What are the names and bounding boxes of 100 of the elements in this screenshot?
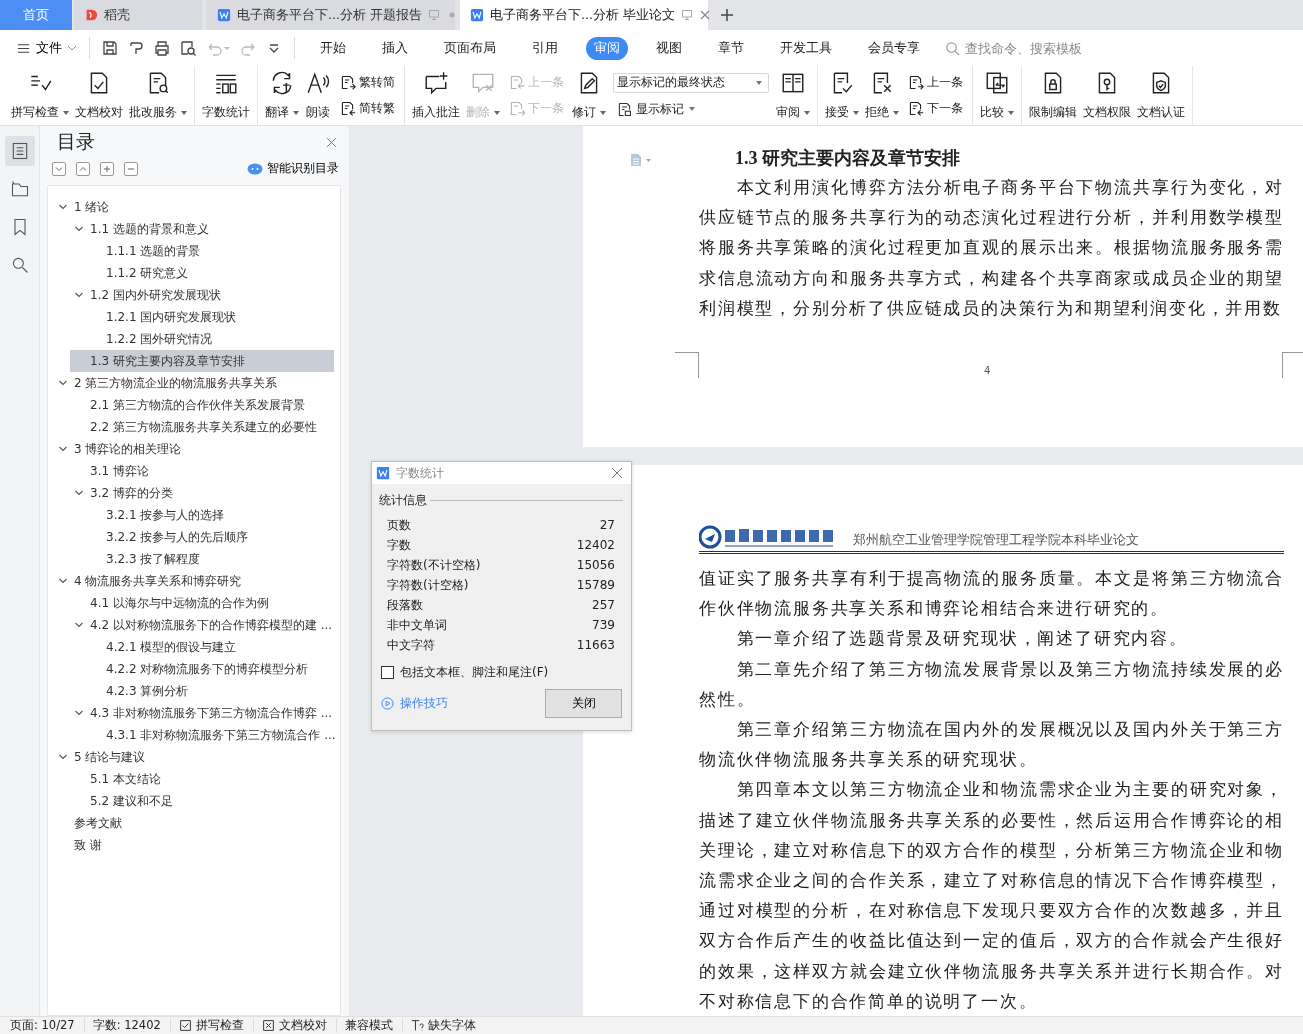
smart-toc-button[interactable]: 智能识别目录 — [247, 160, 339, 177]
markup-dropdown[interactable]: 显示标记的最终状态 — [613, 72, 769, 93]
close-icon[interactable] — [611, 467, 623, 479]
close-button[interactable]: 关闭 — [545, 689, 622, 718]
outline-item[interactable]: 1.2 国内外研究发展现状 — [48, 284, 334, 306]
ribbon-button[interactable]: 批改服务 — [126, 66, 190, 125]
outline-item[interactable]: 3.2.3 按了解程度 — [48, 548, 334, 570]
promote-level-button[interactable] — [100, 161, 114, 176]
ribbon-button[interactable]: 拒绝 — [862, 66, 902, 125]
ribbon-button[interactable]: 文档校对 — [72, 66, 126, 125]
outline-item[interactable]: 1.3 研究主要内容及章节安排 — [70, 350, 334, 372]
status-item[interactable]: 缺失字体 — [402, 1018, 485, 1033]
outline-item[interactable]: 4 物流服务共享关系和博弈研究 — [48, 570, 334, 592]
ribbon-button[interactable]: 限制编辑 — [1026, 66, 1080, 125]
include-checkbox[interactable]: 包括文本框、脚注和尾注(F) — [381, 664, 549, 681]
outline-item[interactable]: 4.3 非对称物流服务下第三方物流合作博弈 ... — [48, 702, 334, 724]
new-tab-icon[interactable] — [720, 8, 734, 22]
ribbon-button[interactable]: 显示标记 — [613, 99, 769, 119]
outline-item[interactable]: 1.1 选题的背景和意义 — [48, 218, 334, 240]
outline-item[interactable]: 3.1 博弈论 — [48, 460, 334, 482]
checkbox-square[interactable] — [381, 666, 394, 679]
collapse-all-button[interactable] — [76, 161, 90, 176]
outline-item[interactable]: 1.2.2 国外研究情况 — [48, 328, 334, 350]
ribbon-tab[interactable]: 开发工具 — [772, 36, 840, 60]
ribbon-tab[interactable]: 页面布局 — [436, 36, 504, 60]
ribbon-tab[interactable]: 章节 — [710, 36, 752, 60]
document-tab[interactable]: 电子商务平台下...分析 开题报告 — [207, 0, 455, 30]
print-preview-icon[interactable] — [179, 39, 197, 57]
expand-all-button[interactable] — [52, 161, 66, 176]
close-icon[interactable] — [698, 9, 711, 21]
ribbon-tab[interactable]: 会员专享 — [860, 36, 928, 60]
outline-item[interactable]: 3.2.2 按参与人的先后顺序 — [48, 526, 334, 548]
compare-icon — [984, 70, 1010, 96]
ribbon-tab[interactable]: 开始 — [312, 36, 354, 60]
ribbon-button[interactable]: 繁转简 — [336, 73, 398, 93]
ribbon-button[interactable]: 审阅 — [773, 66, 813, 125]
ribbon-button[interactable]: 文档认证 — [1134, 66, 1188, 125]
search-field[interactable]: 查找命令、搜索模板 — [945, 39, 1117, 57]
outline-item[interactable]: 4.1 以海尔与中远物流的合作为例 — [48, 592, 334, 614]
outline-item[interactable]: 3.2 博弈的分类 — [48, 482, 334, 504]
outline-item[interactable]: 2.1 第三方物流的合作伙伴关系发展背景 — [48, 394, 334, 416]
outline-item[interactable]: 1.1.2 研究意义 — [48, 262, 334, 284]
word-count[interactable]: 字数: 12402 — [84, 1018, 171, 1033]
ribbon-button[interactable]: 修订 — [569, 66, 609, 125]
ribbon-tab[interactable]: 插入 — [374, 36, 416, 60]
save-icon[interactable] — [101, 39, 119, 57]
chevron-icon[interactable] — [58, 576, 68, 586]
chevron-icon[interactable] — [58, 378, 68, 388]
comment-plus-icon — [423, 70, 449, 96]
chevron-icon[interactable] — [74, 224, 84, 234]
close-icon[interactable] — [326, 136, 337, 148]
ribbon-button[interactable]: 简转繁 — [336, 98, 398, 118]
status-item[interactable]: 文档校对 — [253, 1018, 337, 1033]
ribbon-button[interactable]: 翻译 — [262, 66, 302, 125]
ribbon-button[interactable]: 比较 — [977, 66, 1017, 125]
page-header: 郑州航空工业管理学院管理工程学院本科毕业论文 — [853, 532, 1139, 549]
ribbon-tab[interactable]: 视图 — [648, 36, 690, 60]
outline-item[interactable]: 1 绪论 — [48, 196, 334, 218]
outline-item[interactable]: 2 第三方物流企业的物流服务共享关系 — [48, 372, 334, 394]
ribbon-button[interactable]: 朗读 — [302, 66, 334, 125]
outline-item[interactable]: 3 博弈论的相关理论 — [48, 438, 334, 460]
chevron-icon[interactable] — [74, 620, 84, 630]
outline-item[interactable]: 4.3.1 非对称物流服务下第三方物流合作 ... — [48, 724, 334, 746]
chevron-icon[interactable] — [74, 290, 84, 300]
document-arrow-icon — [339, 74, 356, 92]
status-item[interactable]: 兼容模式 — [336, 1018, 403, 1033]
file-menu[interactable]: 文件 — [12, 37, 81, 59]
ribbon-button[interactable]: 接受 — [822, 66, 862, 125]
outline-item[interactable]: 参考文献 — [48, 812, 334, 834]
chevron-icon[interactable] — [74, 488, 84, 498]
sidebar-button[interactable] — [4, 136, 35, 166]
status-item[interactable]: 拼写检查 — [170, 1018, 254, 1033]
outline-item[interactable]: 4.2 以对称物流服务下的合作博弈模型的建 ... — [48, 614, 334, 636]
outline-item[interactable]: 1.1.1 选题的背景 — [48, 240, 334, 262]
outline-item[interactable]: 5 结论与建议 — [48, 746, 334, 768]
demote-level-button[interactable] — [124, 161, 138, 176]
outline-item[interactable]: 4.2.1 模型的假设与建立 — [48, 636, 334, 658]
outline-item[interactable]: 5.1 本文结论 — [48, 768, 334, 790]
outline-item[interactable]: 3.2.1 按参与人的选择 — [48, 504, 334, 526]
outline-item[interactable]: 2.2 第三方物流服务共享关系建立的必要性 — [48, 416, 334, 438]
chevron-icon[interactable] — [74, 708, 84, 718]
ribbon-tab[interactable]: 引用 — [524, 36, 566, 60]
outline-item[interactable]: 4.2.2 对称物流服务下的博弈模型分析 — [48, 658, 334, 680]
page-indicator[interactable]: 页面: 10/27 — [8, 1018, 85, 1033]
outline-item[interactable]: 1.2.1 国内研究发展现状 — [48, 306, 334, 328]
outline-item[interactable]: 致 谢 — [48, 834, 334, 856]
outline-item[interactable]: 4.2.3 算例分析 — [48, 680, 334, 702]
ribbon-button[interactable]: 下一条 — [904, 98, 966, 118]
chevron-icon[interactable] — [58, 202, 68, 212]
ribbon-button[interactable]: 文档权限 — [1080, 66, 1134, 125]
document-tab[interactable]: 稻壳 — [74, 0, 202, 30]
chevron-icon[interactable] — [58, 752, 68, 762]
print-icon[interactable] — [153, 39, 171, 57]
ribbon-button[interactable]: 字数统计 — [199, 66, 253, 125]
chevron-icon[interactable] — [58, 444, 68, 454]
outline-item[interactable]: 5.2 建议和不足 — [48, 790, 334, 812]
ribbon-button[interactable]: 拼写检查 — [8, 66, 72, 125]
document-tab[interactable]: 电子商务平台下...分析 毕业论文 — [460, 0, 708, 30]
ribbon-button[interactable]: 插入批注 — [409, 66, 463, 125]
ribbon-button[interactable]: 上一条 — [904, 73, 966, 93]
